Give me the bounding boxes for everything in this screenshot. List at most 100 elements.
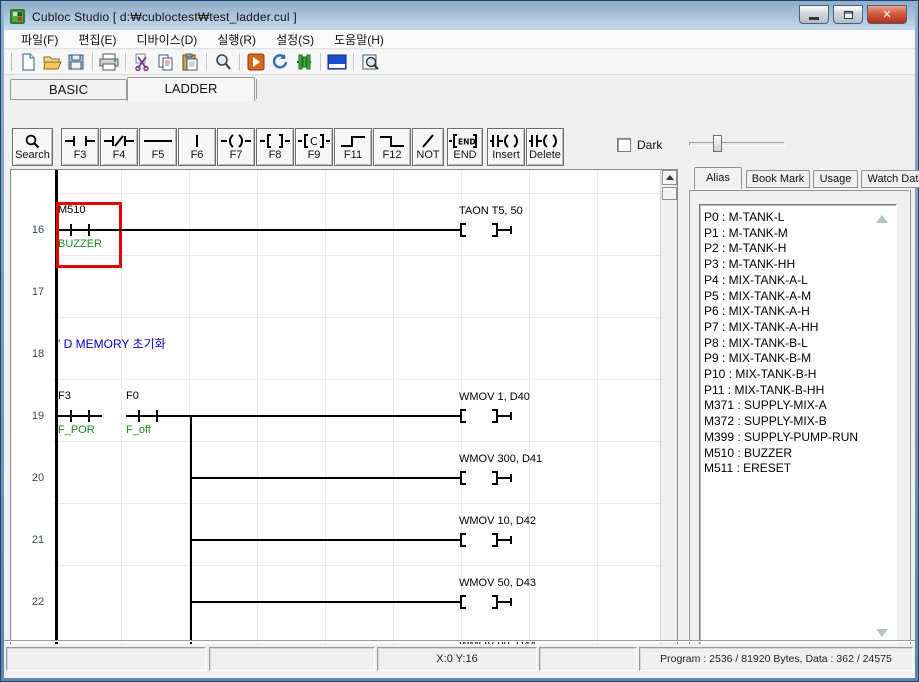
list-scroll-down-icon[interactable] xyxy=(876,629,888,637)
app-window: Cubloc Studio [ d:₩cubloctest₩test_ladde… xyxy=(0,0,919,682)
key-f7-button[interactable]: F7 xyxy=(217,128,255,166)
open-file-icon xyxy=(43,53,62,71)
open-file-button[interactable] xyxy=(40,51,64,73)
key-f6-button[interactable]: F6 xyxy=(178,128,216,166)
contact-no-symbol[interactable] xyxy=(126,409,170,423)
rung-wire xyxy=(190,539,462,541)
close-button[interactable]: ✕ xyxy=(867,5,907,24)
key-f5-button[interactable]: F5 xyxy=(139,128,177,166)
dark-checkbox[interactable] xyxy=(617,138,631,152)
ladder-vscrollbar[interactable] xyxy=(660,170,677,664)
contact-name[interactable]: F3 xyxy=(58,390,71,402)
alias-item[interactable]: P2 : M-TANK-H xyxy=(704,241,896,257)
new-file-button[interactable] xyxy=(16,51,40,73)
alias-item[interactable]: P1 : M-TANK-M xyxy=(704,226,896,242)
alias-item[interactable]: P6 : MIX-TANK-A-H xyxy=(704,304,896,320)
output-symbol[interactable] xyxy=(459,471,515,485)
bracket-icon xyxy=(260,133,290,149)
alias-item[interactable]: P5 : MIX-TANK-A-M xyxy=(704,289,896,305)
alias-item[interactable]: P8 : MIX-TANK-B-L xyxy=(704,336,896,352)
key-f8-button[interactable]: F8 xyxy=(256,128,294,166)
contact-name[interactable]: F0 xyxy=(126,390,139,402)
key-f9-button[interactable]: C F9 xyxy=(295,128,333,166)
menu-run[interactable]: 실행(R) xyxy=(208,30,265,49)
alias-listbox[interactable]: P0 : M-TANK-L P1 : M-TANK-M P2 : M-TANK-… xyxy=(699,204,897,650)
key-f3-button[interactable]: F3 xyxy=(61,128,99,166)
alias-item[interactable]: M372 : SUPPLY-MIX-B xyxy=(704,414,896,430)
alias-groupbox: P0 : M-TANK-L P1 : M-TANK-M P2 : M-TANK-… xyxy=(688,189,911,663)
scroll-up-button[interactable] xyxy=(662,170,677,185)
menu-device[interactable]: 디바이스(D) xyxy=(127,30,206,49)
zoom-slider-track[interactable] xyxy=(689,142,785,146)
rung-wire xyxy=(190,477,462,479)
preview-button[interactable] xyxy=(358,51,382,73)
preview-icon xyxy=(361,53,379,71)
menu-setup[interactable]: 설정(S) xyxy=(267,30,323,49)
menu-help[interactable]: 도움말(H) xyxy=(325,30,393,49)
reset-button[interactable] xyxy=(268,51,292,73)
output-symbol[interactable] xyxy=(459,223,515,237)
key-end-button[interactable]: END END xyxy=(447,128,483,166)
paste-button[interactable] xyxy=(178,51,202,73)
rung-wire xyxy=(190,601,462,603)
alias-item[interactable]: P9 : MIX-TANK-B-M xyxy=(704,351,896,367)
alias-item[interactable]: P10 : MIX-TANK-B-H xyxy=(704,367,896,383)
app-icon xyxy=(9,8,26,25)
title-bar[interactable]: Cubloc Studio [ d:₩cubloctest₩test_ladde… xyxy=(4,3,915,30)
alias-item[interactable]: M510 : BUZZER xyxy=(704,446,896,462)
zoom-slider-thumb[interactable] xyxy=(713,135,722,152)
status-bar: X:0 Y:16 Program : 2536 / 81920 Bytes, D… xyxy=(4,644,915,674)
key-f12-button[interactable]: F12 xyxy=(373,128,411,166)
output-instruction[interactable]: TAON T5, 50 xyxy=(459,205,523,217)
tab-bookmark[interactable]: Book Mark xyxy=(746,170,810,188)
tab-usage[interactable]: Usage xyxy=(813,170,858,188)
alias-item[interactable]: P3 : M-TANK-HH xyxy=(704,257,896,273)
restore-button[interactable] xyxy=(833,5,863,24)
tab-basic[interactable]: BASIC xyxy=(10,79,127,100)
window-button[interactable] xyxy=(325,51,349,73)
alias-item[interactable]: P0 : M-TANK-L xyxy=(704,210,896,226)
run-button[interactable] xyxy=(244,51,268,73)
menu-bar: 파일(F) 편집(E) 디바이스(D) 실행(R) 설정(S) 도움말(H) xyxy=(4,30,915,49)
output-symbol[interactable] xyxy=(459,409,515,423)
rung-comment[interactable]: ' D MEMORY 초기화 xyxy=(58,335,166,352)
contact-alias: F_off xyxy=(126,424,151,436)
menu-edit[interactable]: 편집(E) xyxy=(69,30,125,49)
key-f11-button[interactable]: F11 xyxy=(334,128,372,166)
output-instruction[interactable]: WMOV 300, D41 xyxy=(459,453,542,465)
cut-button[interactable] xyxy=(130,51,154,73)
ladder-editor[interactable]: 16 17 18 19 20 21 22 23 M510 BUZZER TAON… xyxy=(10,169,678,665)
alias-item[interactable]: M399 : SUPPLY-PUMP-RUN xyxy=(704,430,896,446)
tab-alias[interactable]: Alias xyxy=(694,167,742,189)
menu-file[interactable]: 파일(F) xyxy=(12,30,67,49)
tab-ladder[interactable]: LADDER xyxy=(127,77,255,101)
window-title: Cubloc Studio [ d:₩cubloctest₩test_ladde… xyxy=(32,10,297,24)
output-instruction[interactable]: WMOV 10, D42 xyxy=(459,515,536,527)
minimize-button[interactable] xyxy=(799,5,829,24)
delete-button[interactable]: Delete xyxy=(526,128,564,166)
run-icon xyxy=(247,53,265,71)
alias-item[interactable]: M371 : SUPPLY-MIX-A xyxy=(704,398,896,414)
output-instruction[interactable]: WMOV 50, D43 xyxy=(459,577,536,589)
output-symbol[interactable] xyxy=(459,595,515,609)
list-scroll-up-icon[interactable] xyxy=(876,215,888,223)
svg-text:END: END xyxy=(458,138,476,147)
copy-button[interactable] xyxy=(154,51,178,73)
contact-no-symbol[interactable] xyxy=(58,409,102,423)
tab-watchdata[interactable]: Watch Data xyxy=(861,170,919,188)
alias-item[interactable]: P11 : MIX-TANK-B-HH xyxy=(704,383,896,399)
find-button[interactable] xyxy=(211,51,235,73)
output-symbol[interactable] xyxy=(459,533,515,547)
output-instruction[interactable]: WMOV 1, D40 xyxy=(459,391,530,403)
scrollbar-thumb[interactable] xyxy=(662,187,677,200)
key-f4-button[interactable]: F4 xyxy=(100,128,138,166)
search-button[interactable]: Search xyxy=(12,128,53,166)
insert-button[interactable]: Insert xyxy=(487,128,525,166)
alias-item[interactable]: M511 : ERESET xyxy=(704,461,896,477)
alias-item[interactable]: P4 : MIX-TANK-A-L xyxy=(704,273,896,289)
key-not-button[interactable]: NOT xyxy=(412,128,444,166)
monitor-button[interactable] xyxy=(292,51,316,73)
print-button[interactable] xyxy=(97,51,121,73)
save-file-button[interactable] xyxy=(64,51,88,73)
alias-item[interactable]: P7 : MIX-TANK-A-HH xyxy=(704,320,896,336)
